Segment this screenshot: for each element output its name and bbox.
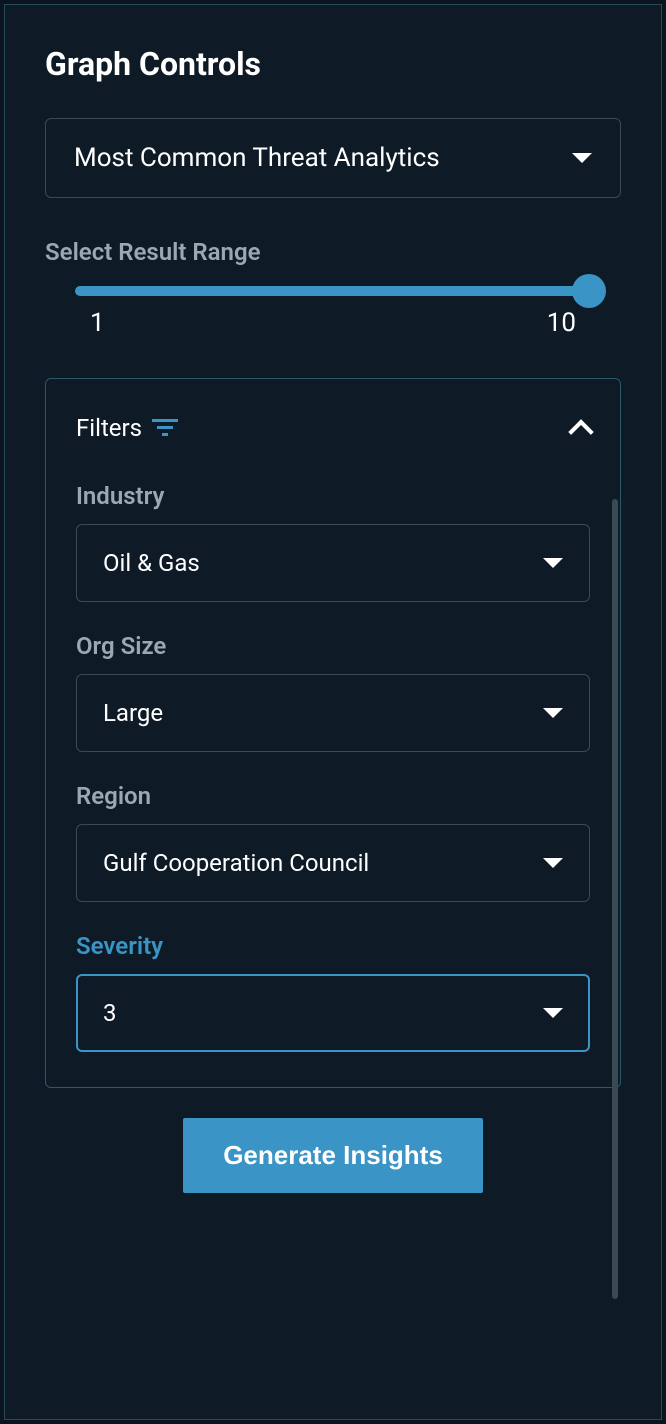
slider-min-label: 1 [90,308,105,338]
orgsize-filter-group: Org Size Large [76,632,590,752]
caret-down-icon [572,153,592,163]
filters-title: Filters [76,414,142,442]
filters-scrollbar[interactable] [612,499,618,1299]
slider-track [75,286,591,296]
panel-title: Graph Controls [45,45,621,83]
region-select[interactable]: Gulf Cooperation Council [76,824,590,902]
industry-select[interactable]: Oil & Gas [76,524,590,602]
industry-filter-group: Industry Oil & Gas [76,482,590,602]
generate-insights-button[interactable]: Generate Insights [183,1118,483,1193]
analytics-type-select[interactable]: Most Common Threat Analytics [45,118,621,198]
orgsize-value: Large [103,699,163,727]
caret-down-icon [543,1008,563,1018]
chevron-up-icon [568,419,593,444]
severity-filter-group: Severity 3 [76,932,590,1052]
region-label: Region [76,782,590,810]
slider-thumb[interactable] [572,274,606,308]
industry-label: Industry [76,482,590,510]
severity-value: 3 [103,999,117,1027]
region-filter-group: Region Gulf Cooperation Council [76,782,590,902]
slider-labels: 1 10 [45,308,621,338]
result-range-slider[interactable] [45,286,621,296]
caret-down-icon [543,708,563,718]
filters-header[interactable]: Filters [76,414,590,442]
filters-container: Filters Industry Oil & Gas Org Size [45,378,621,1088]
severity-select[interactable]: 3 [76,974,590,1052]
region-value: Gulf Cooperation Council [103,849,369,877]
analytics-type-value: Most Common Threat Analytics [74,143,440,173]
slider-max-label: 10 [547,308,576,338]
result-range-label: Select Result Range [45,238,621,266]
severity-label: Severity [76,932,590,960]
industry-value: Oil & Gas [103,549,200,577]
graph-controls-panel: Graph Controls Most Common Threat Analyt… [4,4,662,1420]
filter-icon [152,419,178,437]
orgsize-label: Org Size [76,632,590,660]
caret-down-icon [543,858,563,868]
caret-down-icon [543,558,563,568]
filters-title-wrap: Filters [76,414,178,442]
orgsize-select[interactable]: Large [76,674,590,752]
